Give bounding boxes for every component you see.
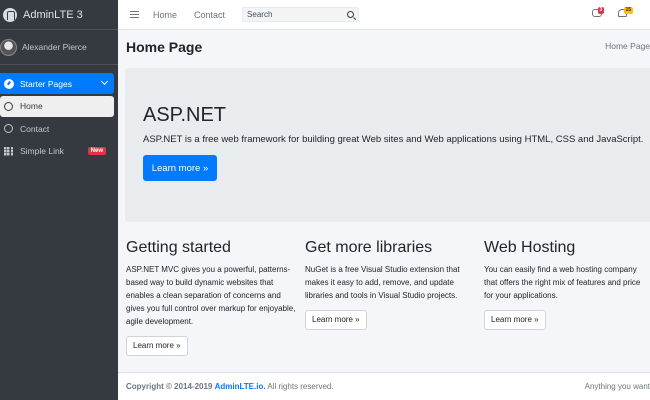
brand-text: AdminLTE 3 (23, 8, 83, 21)
circle-icon (3, 123, 14, 134)
breadcrumb: Home Page (605, 41, 650, 51)
avatar (0, 38, 17, 56)
notifications-dropdown[interactable]: 15 (618, 7, 633, 20)
sidebar-nav: Starter Pages Home Contact Simple Link N… (0, 65, 118, 162)
footer-copyright: Copyright © 2014-2019 AdminLTE.io. All r… (126, 382, 334, 391)
column-get-more-libraries: Get more libraries NuGet is a free Visua… (305, 239, 475, 330)
th-icon (3, 146, 14, 157)
sidebar-item-starter-pages[interactable]: Starter Pages (0, 73, 114, 94)
nav-link-contact[interactable]: Contact (194, 10, 225, 20)
content-wrapper: Home Page Home Page ASP.NET ASP.NET is a… (118, 30, 650, 372)
main-footer: Copyright © 2014-2019 AdminLTE.io. All r… (118, 372, 650, 400)
circle-icon (3, 101, 14, 112)
footer-right-text: Anything you want (584, 382, 650, 391)
column-title: Getting started (126, 239, 231, 256)
column-text: NuGet is a free Visual Studio extension … (305, 265, 460, 300)
sidebar-item-label: Starter Pages (20, 78, 72, 89)
notifications-badge: 15 (624, 7, 633, 14)
menu-toggle-icon[interactable] (130, 11, 139, 18)
jumbotron-title: ASP.NET (143, 104, 226, 126)
main-sidebar: AdminLTE 3 Alexander Pierce Starter Page… (0, 0, 118, 400)
column-title: Get more libraries (305, 239, 433, 256)
jumbotron-lead: ASP.NET is a free web framework for buil… (143, 134, 644, 145)
messages-badge: 3 (598, 7, 604, 14)
user-name-link[interactable]: Alexander Pierce (22, 42, 87, 52)
column-title: Web Hosting (484, 239, 576, 256)
nav-link-home[interactable]: Home (153, 10, 177, 20)
messages-dropdown[interactable]: 3 (592, 7, 604, 20)
search-icon[interactable] (347, 10, 355, 18)
user-panel: Alexander Pierce (0, 30, 118, 65)
new-badge: New (87, 146, 106, 155)
column-web-hosting: Web Hosting You can easily find a web ho… (484, 239, 650, 330)
rights-text: All rights reserved. (267, 382, 334, 391)
brand-link[interactable]: AdminLTE 3 (0, 0, 118, 30)
sidebar-item-label: Simple Link (20, 146, 64, 156)
search-input[interactable] (243, 10, 339, 19)
adminlte-link[interactable]: AdminLTE.io. (215, 382, 266, 391)
column-getting-started: Getting started ASP.NET MVC gives you a … (126, 239, 296, 356)
chevron-down-icon (100, 77, 109, 86)
column-text: You can easily find a web hosting compan… (484, 265, 641, 300)
learn-more-button[interactable]: Learn more » (484, 310, 546, 330)
jumbotron: ASP.NET ASP.NET is a free web framework … (125, 68, 650, 222)
sidebar-item-label: Contact (20, 123, 50, 134)
sidebar-item-home[interactable]: Home (0, 95, 114, 117)
brand-logo-icon (3, 7, 17, 22)
page-title: Home Page (126, 39, 203, 55)
learn-more-button[interactable]: Learn more » (305, 310, 367, 330)
column-text: ASP.NET MVC gives you a powerful, patter… (126, 265, 296, 326)
learn-more-button[interactable]: Learn more » (143, 155, 217, 181)
sidebar-item-simple-link[interactable]: Simple Link New (0, 141, 114, 162)
copyright-text: Copyright © 2014-2019 (126, 382, 213, 391)
tachometer-icon (3, 78, 14, 89)
learn-more-button[interactable]: Learn more » (126, 336, 188, 356)
top-navbar: Home Contact 3 15 (118, 0, 650, 30)
sidebar-item-label: Home (20, 101, 43, 111)
sidebar-item-contact[interactable]: Contact (0, 118, 114, 139)
search-form (242, 7, 360, 22)
